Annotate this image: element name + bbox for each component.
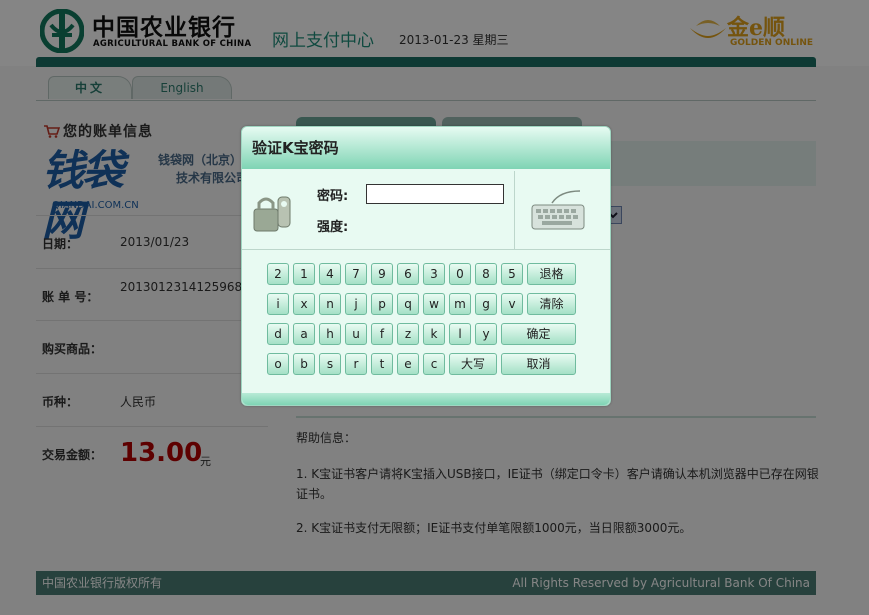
key-e[interactable]: e xyxy=(397,353,419,375)
clear-key[interactable]: 清除 xyxy=(527,293,576,315)
key-t[interactable]: t xyxy=(371,353,393,375)
key-7[interactable]: 7 xyxy=(345,263,367,285)
key-l[interactable]: l xyxy=(449,323,471,345)
confirm-key[interactable]: 确定 xyxy=(501,323,576,345)
key-c[interactable]: c xyxy=(423,353,445,375)
key-u[interactable]: u xyxy=(345,323,367,345)
key-p[interactable]: p xyxy=(371,293,393,315)
password-label: 密码: xyxy=(317,189,349,204)
password-area: 密码: 强度: xyxy=(242,171,610,250)
key-1[interactable]: 1 xyxy=(293,263,315,285)
password-input[interactable] xyxy=(366,184,504,204)
key-s[interactable]: s xyxy=(319,353,341,375)
key-n[interactable]: n xyxy=(319,293,341,315)
key-m[interactable]: m xyxy=(449,293,471,315)
key-9[interactable]: 9 xyxy=(371,263,393,285)
key-4[interactable]: 4 xyxy=(319,263,341,285)
kbao-password-dialog: 验证K宝密码 密码: 强度: 2 1 4 7 9 6 3 0 8 5 退格 i … xyxy=(241,126,611,406)
key-g[interactable]: g xyxy=(475,293,497,315)
key-v[interactable]: v xyxy=(501,293,523,315)
key-h[interactable]: h xyxy=(319,323,341,345)
dialog-title: 验证K宝密码 xyxy=(252,139,339,157)
key-3[interactable]: 3 xyxy=(423,263,445,285)
key-6[interactable]: 6 xyxy=(397,263,419,285)
key-8[interactable]: 8 xyxy=(475,263,497,285)
dialog-title-bar: 验证K宝密码 xyxy=(242,127,610,169)
dialog-divider xyxy=(514,171,515,249)
key-o[interactable]: o xyxy=(267,353,289,375)
key-f[interactable]: f xyxy=(371,323,393,345)
backspace-key[interactable]: 退格 xyxy=(527,263,576,285)
key-r[interactable]: r xyxy=(345,353,367,375)
key-2[interactable]: 2 xyxy=(267,263,289,285)
key-w[interactable]: w xyxy=(423,293,445,315)
strength-label: 强度: xyxy=(317,220,349,235)
key-5[interactable]: 5 xyxy=(501,263,523,285)
key-i[interactable]: i xyxy=(267,293,289,315)
key-lock-icon xyxy=(253,196,291,232)
caps-lock-key[interactable]: 大写 xyxy=(449,353,497,375)
keyboard-icon[interactable] xyxy=(530,187,586,233)
key-a[interactable]: a xyxy=(293,323,315,345)
cancel-key[interactable]: 取消 xyxy=(501,353,576,375)
key-j[interactable]: j xyxy=(345,293,367,315)
key-y[interactable]: y xyxy=(475,323,497,345)
key-0[interactable]: 0 xyxy=(449,263,471,285)
key-q[interactable]: q xyxy=(397,293,419,315)
key-b[interactable]: b xyxy=(293,353,315,375)
dialog-bottom-bar xyxy=(242,393,610,405)
key-d[interactable]: d xyxy=(267,323,289,345)
key-x[interactable]: x xyxy=(293,293,315,315)
key-k[interactable]: k xyxy=(423,323,445,345)
key-z[interactable]: z xyxy=(397,323,419,345)
